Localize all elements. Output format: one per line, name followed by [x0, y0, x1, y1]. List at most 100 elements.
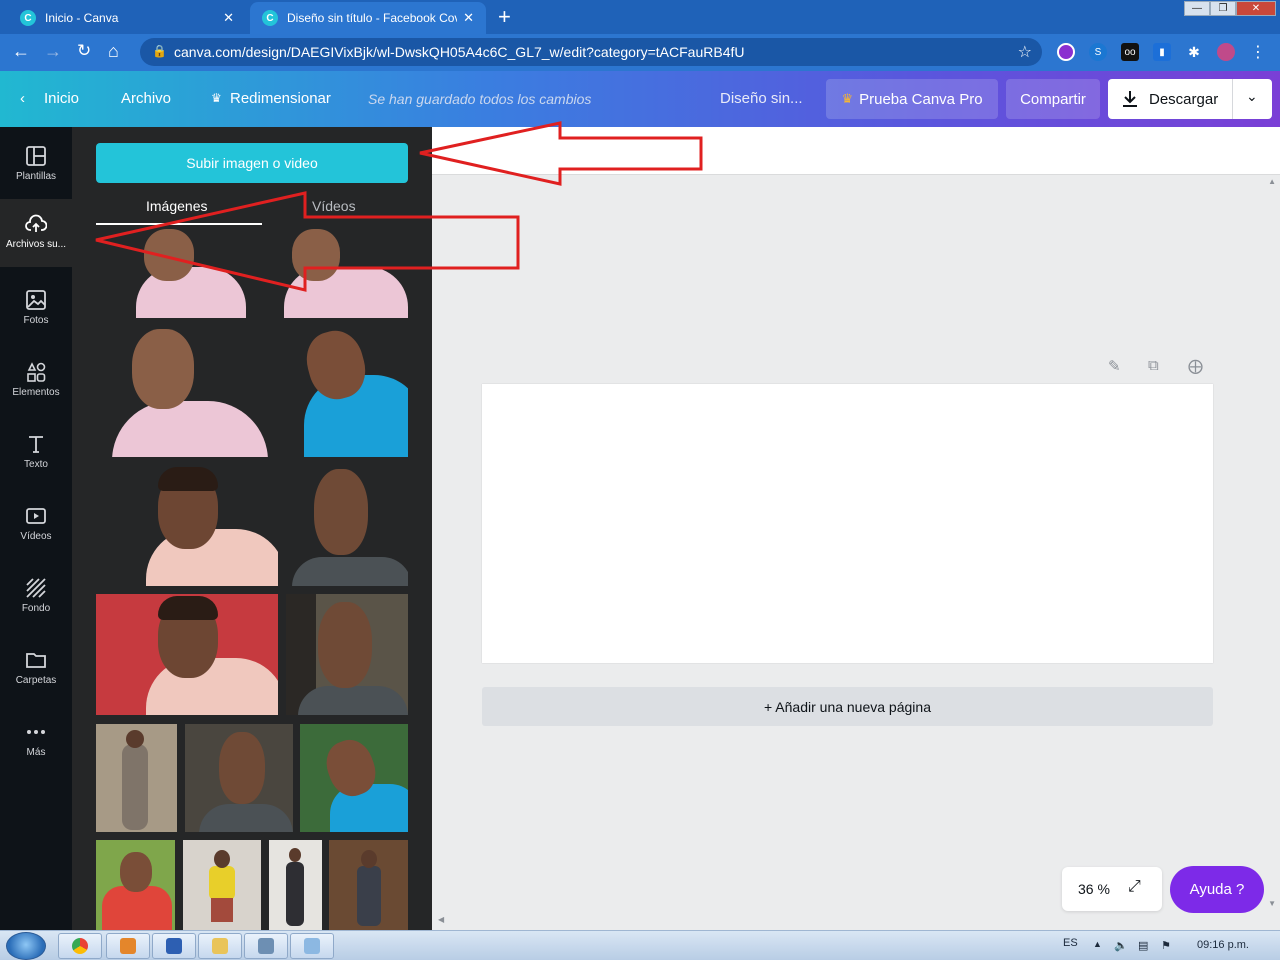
home-icon[interactable]: ⌂ [108, 41, 119, 62]
uploaded-image[interactable] [286, 594, 408, 715]
share-button[interactable]: Compartir [1006, 79, 1100, 119]
taskbar-window[interactable] [244, 933, 288, 959]
upload-media-button[interactable]: Subir imagen o video [96, 143, 408, 183]
back-home-chevron-icon[interactable]: ‹ [20, 90, 25, 107]
tab-videos[interactable]: Vídeos [312, 198, 356, 214]
uploaded-image[interactable] [185, 724, 293, 832]
uploaded-image[interactable] [329, 840, 408, 930]
duplicate-page-icon[interactable]: ⧉ [1148, 357, 1166, 375]
rail-item-more[interactable]: Más [0, 707, 72, 775]
add-new-page-button[interactable]: + Añadir una nueva página [482, 687, 1213, 726]
zoom-control[interactable]: 36 % ⤢ [1062, 867, 1162, 911]
rail-label: Elementos [12, 387, 60, 398]
extension-glasses-icon[interactable]: oo [1121, 43, 1139, 61]
editor-canvas-area: ▲ ✎ ⧉ ⨁ + Añadir una nueva página 36 % ⤢… [432, 127, 1280, 930]
fullscreen-icon[interactable]: ⤢ [1128, 878, 1141, 896]
uploaded-image[interactable] [300, 724, 408, 832]
home-link[interactable]: Inicio [44, 90, 79, 107]
uploaded-image[interactable] [96, 465, 278, 586]
rail-item-folders[interactable]: Carpetas [0, 635, 72, 703]
photo-icon [26, 290, 46, 310]
resize-button[interactable]: Redimensionar [230, 90, 331, 107]
add-note-icon[interactable]: ✎ [1108, 357, 1126, 375]
restore-window-icon[interactable]: ❐ [1210, 1, 1236, 16]
uploaded-image[interactable] [284, 227, 408, 318]
forward-arrow-icon[interactable]: → [44, 41, 62, 62]
rail-label: Más [26, 747, 46, 758]
save-status: Se han guardado todos los cambios [368, 91, 592, 107]
rail-item-templates[interactable]: Plantillas [0, 131, 72, 199]
uploaded-image[interactable] [96, 594, 278, 715]
taskbar-explorer[interactable] [198, 933, 242, 959]
volume-icon[interactable]: 🔈 [1114, 939, 1128, 952]
lock-icon: 🔒 [152, 44, 167, 58]
rail-item-text[interactable]: Texto [0, 419, 72, 487]
scroll-up-icon[interactable]: ▲ [1268, 177, 1276, 186]
scroll-down-icon[interactable]: ▼ [1268, 899, 1276, 908]
rail-item-elements[interactable]: Elementos [0, 347, 72, 415]
file-menu[interactable]: Archivo [121, 90, 171, 107]
download-button[interactable]: Descargar ⌄ [1108, 79, 1272, 119]
scroll-left-icon[interactable]: ◀ [438, 915, 444, 924]
extension-circle-icon[interactable] [1057, 43, 1075, 61]
folder-icon [26, 653, 46, 668]
active-tab-indicator [96, 223, 262, 225]
reload-icon[interactable]: ↻ [77, 41, 91, 61]
design-page[interactable] [482, 384, 1213, 663]
rail-item-background[interactable]: Fondo [0, 563, 72, 631]
action-center-flag-icon[interactable]: ⚑ [1161, 939, 1171, 952]
clock[interactable]: 09:16 p.m. [1197, 939, 1249, 951]
rail-item-photos[interactable]: Fotos [0, 275, 72, 343]
browser-menu-icon[interactable]: ⋮ [1249, 43, 1267, 61]
bookmark-star-icon[interactable]: ☆ [1018, 42, 1032, 62]
language-indicator[interactable]: ES [1063, 937, 1078, 949]
taskbar-word[interactable] [152, 933, 196, 959]
uploaded-image[interactable] [96, 724, 177, 832]
taskbar-media-player[interactable] [106, 933, 150, 959]
profile-avatar[interactable] [1217, 43, 1235, 61]
extension-bookmark-icon[interactable]: ▮ [1153, 43, 1171, 61]
rail-label: Vídeos [20, 531, 52, 542]
chevron-down-icon[interactable]: ⌄ [1246, 88, 1258, 105]
uploaded-image[interactable] [96, 325, 268, 457]
taskbar-paint[interactable] [290, 933, 334, 959]
network-icon[interactable]: ▤ [1138, 939, 1148, 952]
close-tab-icon[interactable]: ✕ [223, 10, 234, 26]
start-button[interactable] [6, 932, 46, 960]
browser-toolbar: ← → ↻ ⌂ 🔒 canva.com/design/DAEGIVixBjk/w… [0, 34, 1280, 71]
tab-images[interactable]: Imágenes [146, 198, 207, 214]
background-icon [26, 578, 46, 598]
folder-icon [212, 938, 228, 954]
uploaded-image[interactable] [96, 840, 175, 930]
os-taskbar: ES ▲ 🔈 ▤ ⚑ 09:16 p.m. [0, 930, 1280, 960]
window-icon [258, 938, 274, 954]
browser-tab-design[interactable]: C Diseño sin título - Facebook Cover ✕ [250, 2, 486, 34]
uploaded-image[interactable] [284, 325, 408, 457]
new-tab-button[interactable]: + [498, 4, 511, 30]
minimize-window-icon[interactable]: — [1184, 1, 1210, 16]
rail-label: Texto [24, 459, 48, 470]
taskbar-chrome[interactable] [58, 933, 102, 959]
more-icon [27, 730, 45, 734]
add-page-icon[interactable]: ⨁ [1188, 357, 1206, 375]
address-bar[interactable]: 🔒 canva.com/design/DAEGIVixBjk/wl-DwskQH… [140, 38, 1042, 66]
back-arrow-icon[interactable]: ← [12, 41, 30, 62]
uploaded-image[interactable] [284, 465, 408, 586]
try-canva-pro-button[interactable]: ♛ Prueba Canva Pro [826, 79, 998, 119]
extensions-puzzle-icon[interactable]: ✱ [1185, 43, 1203, 61]
rail-item-uploads[interactable]: Archivos su... [0, 199, 72, 267]
rail-label: Archivos su... [5, 239, 67, 250]
design-title[interactable]: Diseño sin... [720, 90, 803, 107]
rail-label: Plantillas [15, 171, 57, 182]
close-tab-icon[interactable]: ✕ [463, 10, 474, 26]
extension-shield-icon[interactable]: S [1089, 43, 1107, 61]
uploaded-image[interactable] [183, 840, 261, 930]
rail-item-videos[interactable]: Vídeos [0, 491, 72, 559]
uploaded-image[interactable] [96, 227, 256, 318]
close-window-icon[interactable]: ✕ [1236, 1, 1276, 16]
browser-tab-inicio[interactable]: C Inicio - Canva ✕ [8, 2, 246, 34]
tray-expand-icon[interactable]: ▲ [1093, 939, 1102, 949]
rail-label: Carpetas [15, 675, 57, 686]
uploaded-image[interactable] [269, 840, 322, 930]
help-button[interactable]: Ayuda ? [1170, 866, 1264, 913]
